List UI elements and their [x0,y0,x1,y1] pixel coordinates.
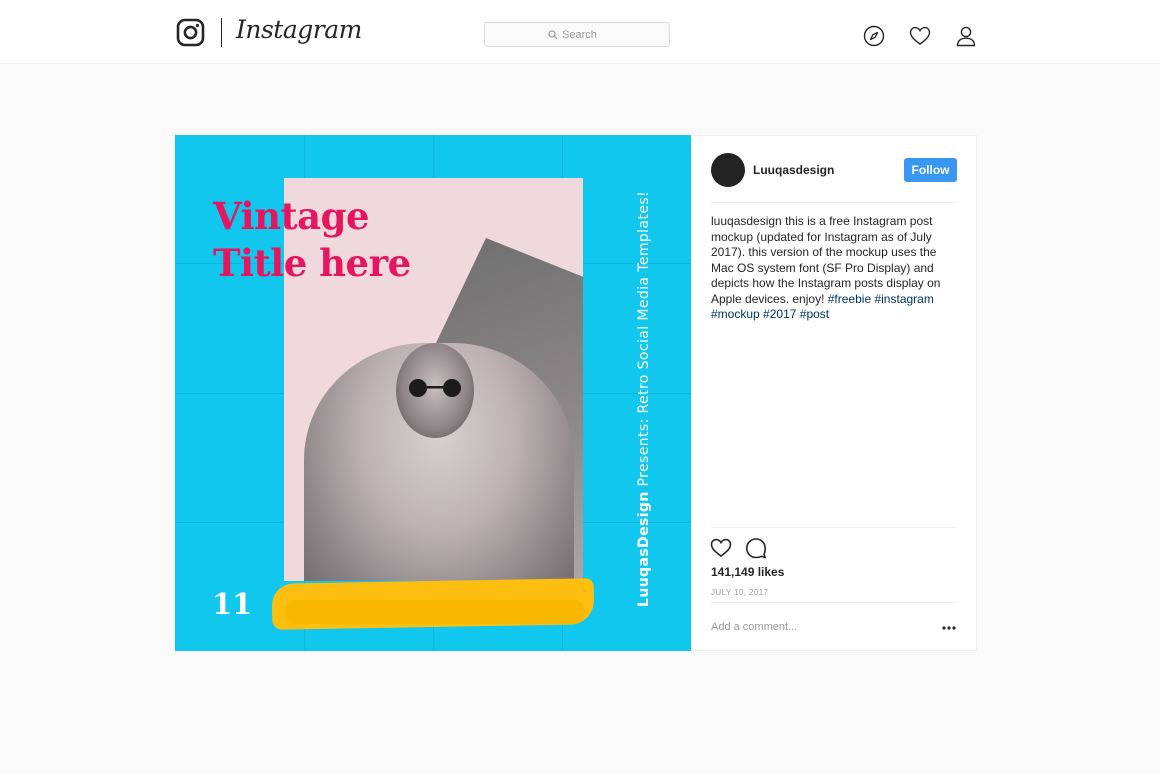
sunglasses-icon [409,379,461,397]
add-comment-input[interactable] [711,618,911,636]
comment-bubble-icon[interactable] [745,537,767,559]
hashtag-link[interactable]: #instagram [874,292,933,306]
search-input[interactable] [562,28,606,41]
search-box[interactable] [484,22,670,47]
post-image[interactable]: Vintage Title here 11 LuuqasDesign Prese… [175,135,691,651]
post-author-username[interactable]: Luuqasdesign [753,163,834,177]
logo-divider [221,18,222,47]
follow-button[interactable]: Follow [904,158,957,182]
search-icon [548,29,558,39]
hashtag-link[interactable]: #freebie [828,292,871,306]
poster-brand: LuuqasDesign [636,491,652,607]
yellow-brush-stroke [285,600,585,624]
profile-person-icon[interactable] [955,25,977,47]
divider [711,527,957,528]
activity-heart-icon[interactable] [909,25,931,47]
poster-number: 11 [212,587,253,621]
instagram-wordmark[interactable]: Instagram [236,15,362,44]
post-details-panel: Luuqasdesign Follow luuqasdesign this is… [691,135,977,651]
explore-compass-icon[interactable] [863,25,885,47]
divider [711,202,957,203]
hashtag-link[interactable]: #2017 [763,307,796,321]
more-options-icon[interactable] [942,625,956,631]
poster-vertical-text: LuuqasDesign Presents: Retro Social Medi… [636,177,652,607]
top-navigation-bar: Instagram [0,0,1160,64]
avatar[interactable] [711,153,745,187]
divider [711,602,957,603]
post-date: JULY 10, 2017 [711,588,769,597]
instagram-camera-logo-icon[interactable] [176,18,205,47]
like-heart-icon[interactable] [710,537,732,559]
hashtag-link[interactable]: #mockup [711,307,760,321]
caption-username[interactable]: luuqasdesign [711,214,782,228]
hashtag-link[interactable]: #post [800,307,829,321]
post-caption: luuqasdesign this is a free Instagram po… [711,214,961,323]
like-count[interactable]: 141,149 likes [711,565,784,579]
poster-tagline: Presents: Retro Social Media Templates! [636,190,652,492]
poster-title: Vintage Title here [213,194,411,285]
